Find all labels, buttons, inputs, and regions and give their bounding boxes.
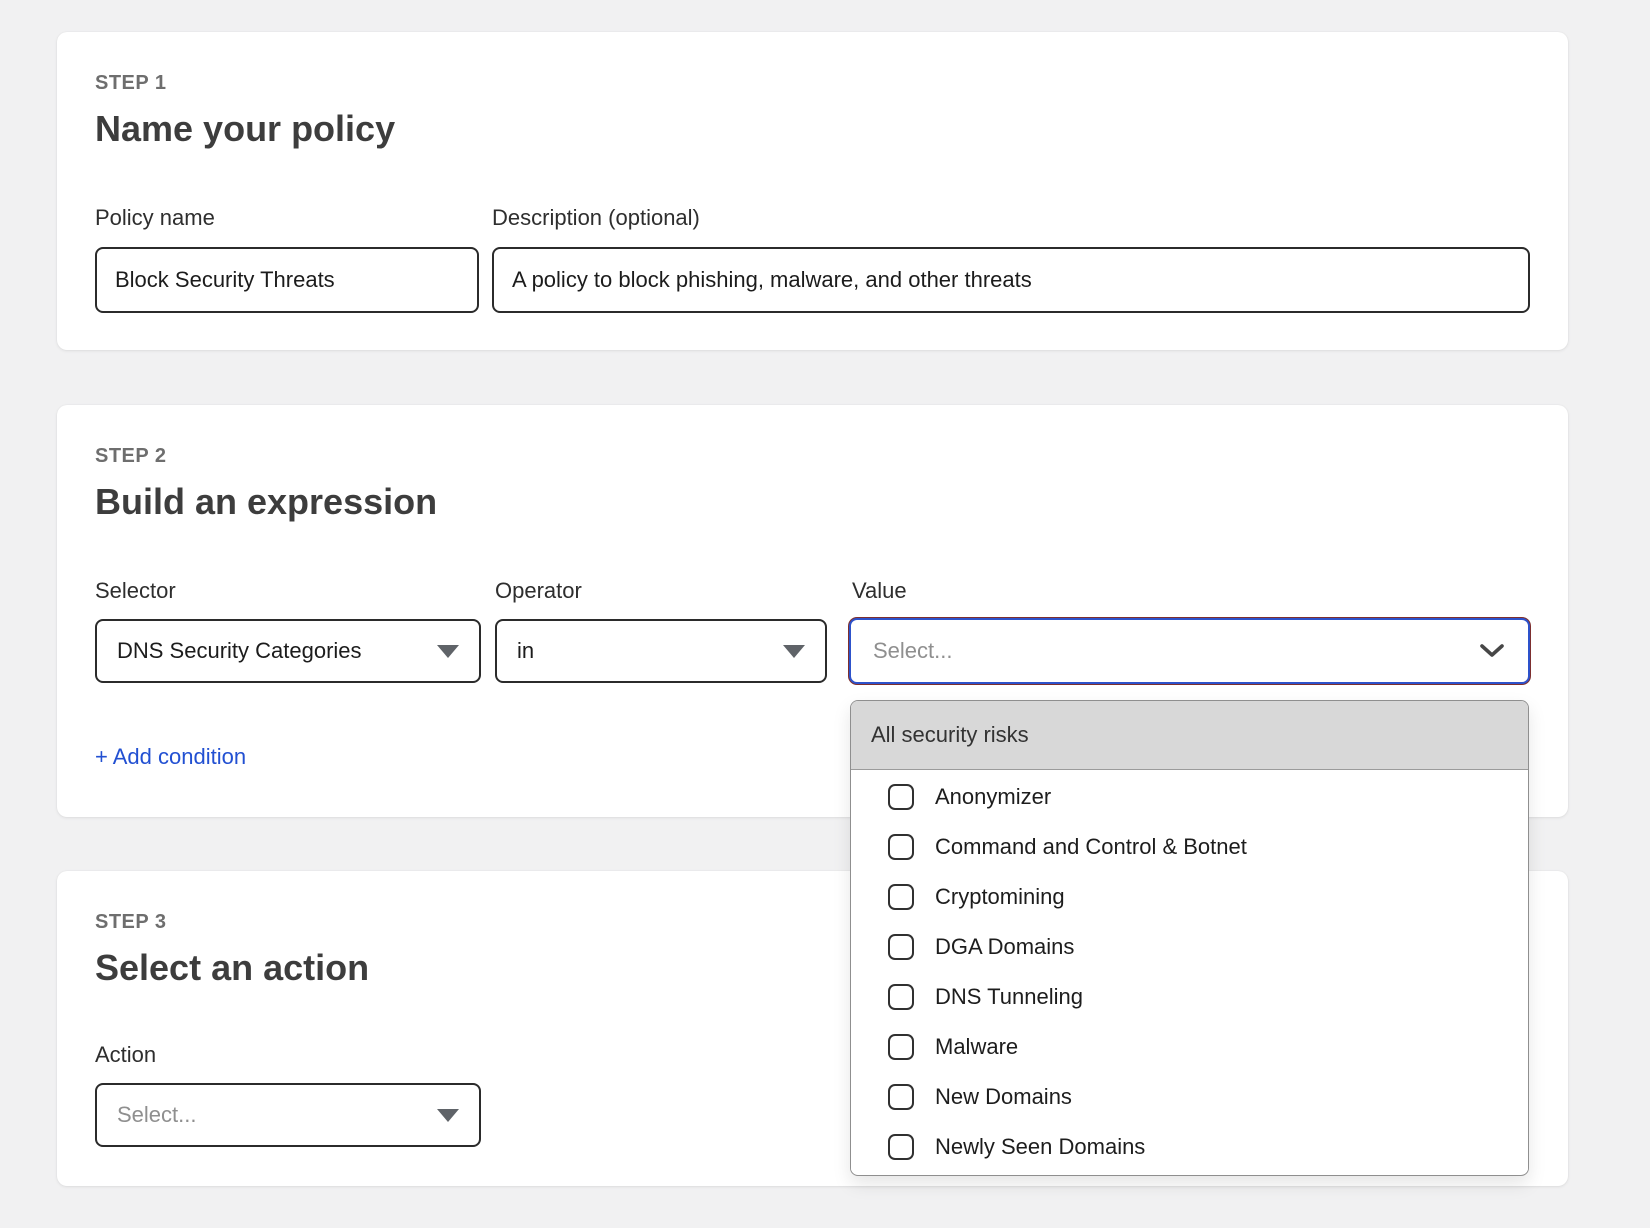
dropdown-option[interactable]: Malware: [851, 1022, 1528, 1072]
dropdown-option[interactable]: Cryptomining: [851, 872, 1528, 922]
checkbox-unchecked-icon[interactable]: [888, 984, 914, 1010]
value-placeholder: Select...: [873, 638, 952, 664]
checkbox-unchecked-icon[interactable]: [888, 884, 914, 910]
dropdown-group-header: All security risks: [851, 701, 1528, 770]
value-label: Value: [852, 580, 907, 602]
step1-eyebrow: STEP 1: [95, 73, 167, 93]
selector-value: DNS Security Categories: [117, 638, 362, 664]
step1-title: Name your policy: [95, 109, 395, 149]
step3-title: Select an action: [95, 948, 369, 988]
dropdown-option[interactable]: Anonymizer: [851, 772, 1528, 822]
dropdown-option-label: DGA Domains: [935, 934, 1074, 960]
dropdown-option-label: Newly Seen Domains: [935, 1134, 1145, 1160]
operator-select[interactable]: in: [495, 619, 827, 683]
dropdown-option-label: Anonymizer: [935, 784, 1051, 810]
dropdown-option-label: New Domains: [935, 1084, 1072, 1110]
value-multiselect[interactable]: Select...: [849, 618, 1530, 684]
action-select[interactable]: Select...: [95, 1083, 481, 1147]
operator-value: in: [517, 638, 534, 664]
dropdown-option[interactable]: Command and Control & Botnet: [851, 822, 1528, 872]
operator-label: Operator: [495, 580, 582, 602]
description-label: Description (optional): [492, 207, 700, 229]
policy-name-input[interactable]: [95, 247, 479, 313]
dropdown-option-label: Malware: [935, 1034, 1018, 1060]
selector-select[interactable]: DNS Security Categories: [95, 619, 481, 683]
step3-eyebrow: STEP 3: [95, 912, 167, 932]
triangle-down-icon: [437, 1109, 459, 1122]
checkbox-unchecked-icon[interactable]: [888, 1034, 914, 1060]
dropdown-option[interactable]: DGA Domains: [851, 922, 1528, 972]
dropdown-option-label: Command and Control & Botnet: [935, 834, 1247, 860]
dropdown-option-label: DNS Tunneling: [935, 984, 1083, 1010]
dropdown-option[interactable]: New Domains: [851, 1072, 1528, 1122]
checkbox-unchecked-icon[interactable]: [888, 1084, 914, 1110]
dropdown-option[interactable]: DNS Tunneling: [851, 972, 1528, 1022]
dropdown-option[interactable]: Newly Seen Domains: [851, 1122, 1528, 1172]
description-input[interactable]: [492, 247, 1530, 313]
selector-label: Selector: [95, 580, 176, 602]
value-dropdown-panel: All security risks Anonymizer Command an…: [850, 700, 1529, 1176]
policy-name-label: Policy name: [95, 207, 215, 229]
triangle-down-icon: [437, 645, 459, 658]
checkbox-unchecked-icon[interactable]: [888, 934, 914, 960]
step2-eyebrow: STEP 2: [95, 446, 167, 466]
chevron-down-icon: [1478, 642, 1506, 660]
dropdown-option-list: Anonymizer Command and Control & Botnet …: [851, 770, 1528, 1172]
checkbox-unchecked-icon[interactable]: [888, 834, 914, 860]
step1-card: STEP 1 Name your policy Policy name Desc…: [57, 32, 1568, 350]
step2-title: Build an expression: [95, 482, 437, 522]
dropdown-option-label: Cryptomining: [935, 884, 1065, 910]
triangle-down-icon: [783, 645, 805, 658]
checkbox-unchecked-icon[interactable]: [888, 784, 914, 810]
add-condition-link[interactable]: + Add condition: [95, 746, 246, 768]
checkbox-unchecked-icon[interactable]: [888, 1134, 914, 1160]
action-label: Action: [95, 1044, 156, 1066]
action-placeholder: Select...: [117, 1102, 196, 1128]
